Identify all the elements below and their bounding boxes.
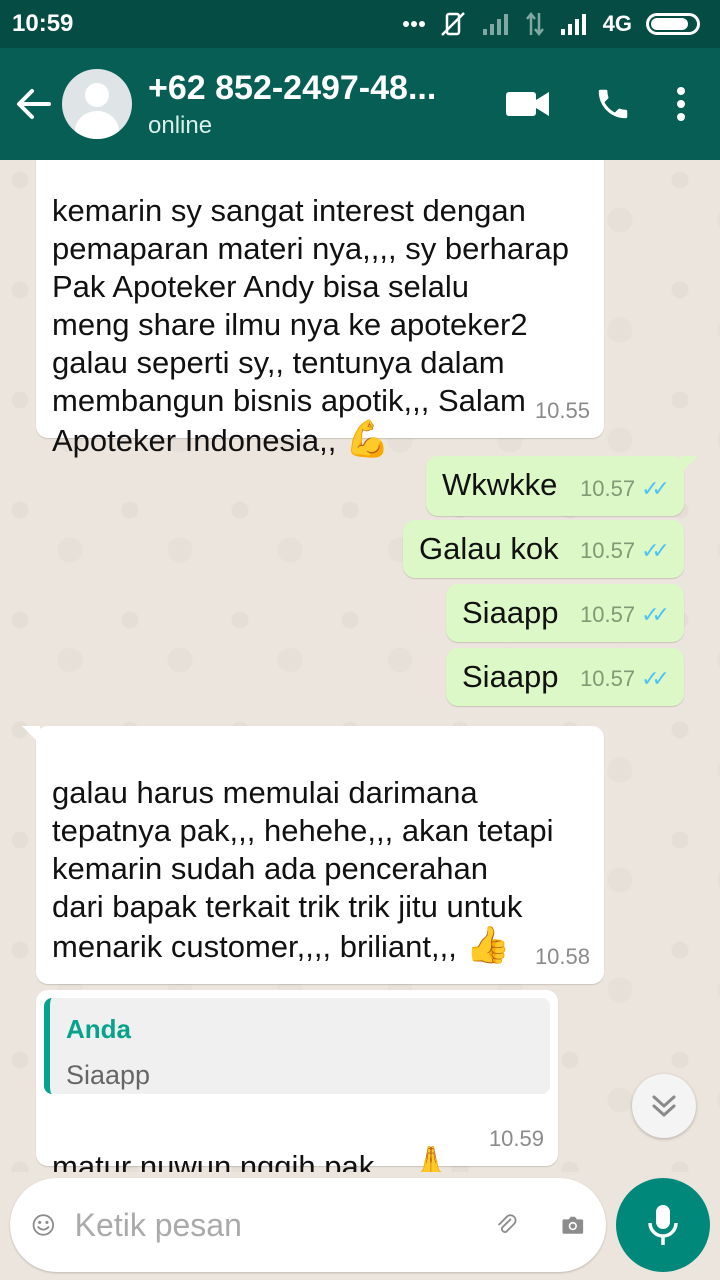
read-ticks-icon: ✓✓	[641, 538, 670, 563]
read-ticks-icon: ✓✓	[641, 666, 670, 691]
read-ticks-icon: ✓✓	[641, 476, 670, 501]
status-icons: 4G	[402, 11, 700, 37]
video-camera-icon[interactable]	[506, 90, 550, 118]
message-time: 10.57	[580, 602, 636, 627]
quoted-message[interactable]: Anda Siaapp	[44, 998, 550, 1094]
smiley-icon[interactable]	[32, 1203, 55, 1247]
message-bubble-outgoing[interactable]: Siaapp 10.57 ✓✓	[446, 648, 684, 706]
contact-status: online	[148, 111, 213, 139]
battery-icon	[646, 13, 700, 35]
message-text: matur nuwun nggih pak,,, 🙏	[52, 1108, 454, 1173]
chat-area[interactable]: kemarin sy sangat interest dengan pemapa…	[0, 160, 720, 1172]
status-bar: 10:59 4G	[0, 0, 720, 48]
message-meta: 10.59	[489, 1120, 544, 1158]
paperclip-icon[interactable]	[495, 1202, 519, 1248]
message-bubble-incoming[interactable]: galau harus memulai darimana tepatnya pa…	[22, 726, 604, 984]
more-vert-icon[interactable]	[676, 86, 686, 122]
read-ticks-icon: ✓✓	[641, 602, 670, 627]
avatar-head	[85, 83, 109, 107]
status-time: 10:59	[12, 10, 74, 37]
phone-icon[interactable]	[594, 85, 632, 123]
scroll-to-bottom-button[interactable]	[632, 1074, 696, 1138]
flexed-biceps-emoji: 💪	[344, 418, 390, 459]
message-text: galau harus memulai darimana tepatnya pa…	[52, 775, 554, 965]
battery-level	[651, 18, 689, 30]
message-meta: 10.57 ✓✓	[580, 470, 670, 508]
thumbs-up-emoji: 👍	[465, 924, 511, 965]
quoted-author: Anda	[66, 1014, 131, 1044]
message-time: 10.58	[534, 944, 590, 969]
message-meta: 10.57 ✓✓	[580, 532, 670, 570]
message-meta: 10.57 ✓✓	[580, 660, 670, 698]
arrow-left-icon	[17, 89, 51, 119]
signal-weak-icon	[482, 14, 508, 35]
contact-name: +62 852-2497-48...	[148, 68, 437, 107]
message-time: 10.57	[580, 476, 636, 501]
message-bubble-incoming[interactable]: kemarin sy sangat interest dengan pemapa…	[36, 160, 604, 458]
more-dots-icon	[402, 21, 425, 27]
message-meta: 10.55	[535, 392, 590, 430]
double-chevron-down-icon	[652, 1095, 676, 1117]
voice-record-button[interactable]	[616, 1178, 710, 1272]
microphone-icon	[648, 1205, 678, 1245]
message-bubble-outgoing[interactable]: Siaapp 10.57 ✓✓	[446, 584, 684, 642]
message-time: 10.59	[488, 1126, 544, 1151]
contact-info[interactable]: +62 852-2497-48... online	[148, 69, 506, 140]
message-time: 10.57	[580, 666, 636, 691]
folded-hands-emoji: 🙏	[408, 1144, 454, 1173]
message-meta: 10.58	[535, 938, 590, 976]
chat-header: +62 852-2497-48... online	[0, 48, 720, 160]
message-time: 10.55	[534, 398, 590, 423]
message-meta: 10.57 ✓✓	[580, 596, 670, 634]
contact-avatar[interactable]	[62, 69, 132, 139]
message-input[interactable]	[74, 1206, 495, 1244]
bubble-tail	[22, 726, 40, 744]
message-text: kemarin sy sangat interest dengan pemapa…	[52, 193, 569, 459]
back-button[interactable]	[4, 88, 62, 120]
message-bubble-incoming[interactable]: Anda Siaapp matur nuwun nggih pak,,, 🙏 1…	[36, 990, 558, 1172]
network-type: 4G	[602, 11, 632, 36]
avatar-body	[75, 111, 119, 139]
camera-icon[interactable]	[562, 1206, 584, 1244]
quoted-text: Siaapp	[66, 1060, 151, 1090]
message-bubble-outgoing[interactable]: Galau kok 10.57 ✓✓	[403, 520, 684, 578]
message-bubble-outgoing[interactable]: Wkwkke 10.57 ✓✓	[426, 456, 698, 516]
data-transfer-icon	[525, 11, 544, 37]
header-actions	[506, 85, 686, 123]
vibrate-off-icon	[440, 12, 465, 36]
signal-strong-icon	[560, 14, 586, 35]
message-composer	[10, 1178, 606, 1272]
bubble-tail	[680, 456, 698, 474]
message-time: 10.57	[580, 538, 636, 563]
